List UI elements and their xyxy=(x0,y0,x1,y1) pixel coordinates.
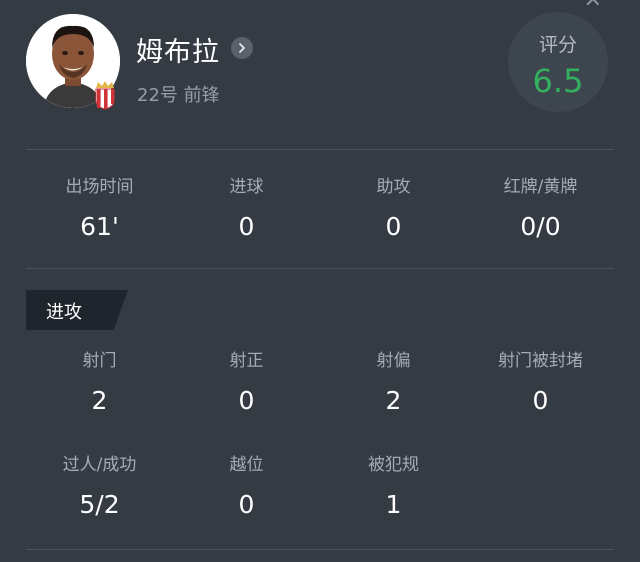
stat-value: 2 xyxy=(91,386,108,415)
stat-cell: 射门被封堵 0 xyxy=(467,350,614,416)
club-badge-icon xyxy=(95,81,115,110)
stat-label: 过人/成功 xyxy=(62,455,137,475)
rating-badge: 评分 6.5 xyxy=(508,12,608,112)
stat-cell: 过人/成功 5/2 xyxy=(26,454,173,520)
stat-label: 红牌/黄牌 xyxy=(503,177,578,197)
chevron-right-icon[interactable] xyxy=(231,37,253,59)
section-title: 进攻 xyxy=(46,302,82,323)
stat-value: 61' xyxy=(80,212,119,241)
stat-label: 射门被封堵 xyxy=(498,351,583,371)
stat-label: 射门 xyxy=(82,351,117,371)
player-number-position: 22号 前锋 xyxy=(137,85,220,106)
stat-value: 0 xyxy=(532,386,549,415)
stat-label: 助攻 xyxy=(376,177,411,197)
stat-label: 射偏 xyxy=(376,351,411,371)
stat-cell: 进球 0 xyxy=(173,176,320,242)
stat-value: 2 xyxy=(385,386,402,415)
stat-label: 越位 xyxy=(229,455,264,475)
stat-cell: 红牌/黄牌 0/0 xyxy=(467,176,614,242)
rating-label: 评分 xyxy=(538,34,577,56)
stat-cell: 射偏 2 xyxy=(320,350,467,416)
stat-value: 0 xyxy=(238,212,255,241)
attack-stats-row: 过人/成功 5/2 越位 0 被犯规 1 xyxy=(26,454,614,524)
stat-cell: 越位 0 xyxy=(173,454,320,520)
stat-cell: 射正 0 xyxy=(173,350,320,416)
player-header: 姆布拉 22号 前锋 评分 6.5 xyxy=(0,0,640,140)
divider xyxy=(26,149,614,150)
stat-cell: 出场时间 61' xyxy=(26,176,173,242)
stat-value: 5/2 xyxy=(79,490,120,519)
divider xyxy=(26,549,614,550)
stat-label: 出场时间 xyxy=(65,177,134,197)
summary-stats-row: 出场时间 61' 进球 0 助攻 0 红牌/黄牌 0/0 xyxy=(26,176,614,246)
rating-value: 6.5 xyxy=(532,62,584,100)
stat-cell: 助攻 0 xyxy=(320,176,467,242)
divider xyxy=(26,268,614,269)
section-tag-attack: 进攻 xyxy=(26,290,128,330)
stat-value: 0/0 xyxy=(520,212,561,241)
stat-label: 射正 xyxy=(229,351,264,371)
stat-cell: 被犯规 1 xyxy=(320,454,467,520)
stat-cell: 射门 2 xyxy=(26,350,173,416)
stat-value: 1 xyxy=(385,490,402,519)
stat-value: 0 xyxy=(385,212,402,241)
stat-value: 0 xyxy=(238,386,255,415)
stat-label: 被犯规 xyxy=(368,455,419,475)
attack-stats-row: 射门 2 射正 0 射偏 2 射门被封堵 0 xyxy=(26,350,614,420)
player-name[interactable]: 姆布拉 xyxy=(136,30,220,69)
stat-label: 进球 xyxy=(229,177,264,197)
stat-value: 0 xyxy=(238,490,255,519)
